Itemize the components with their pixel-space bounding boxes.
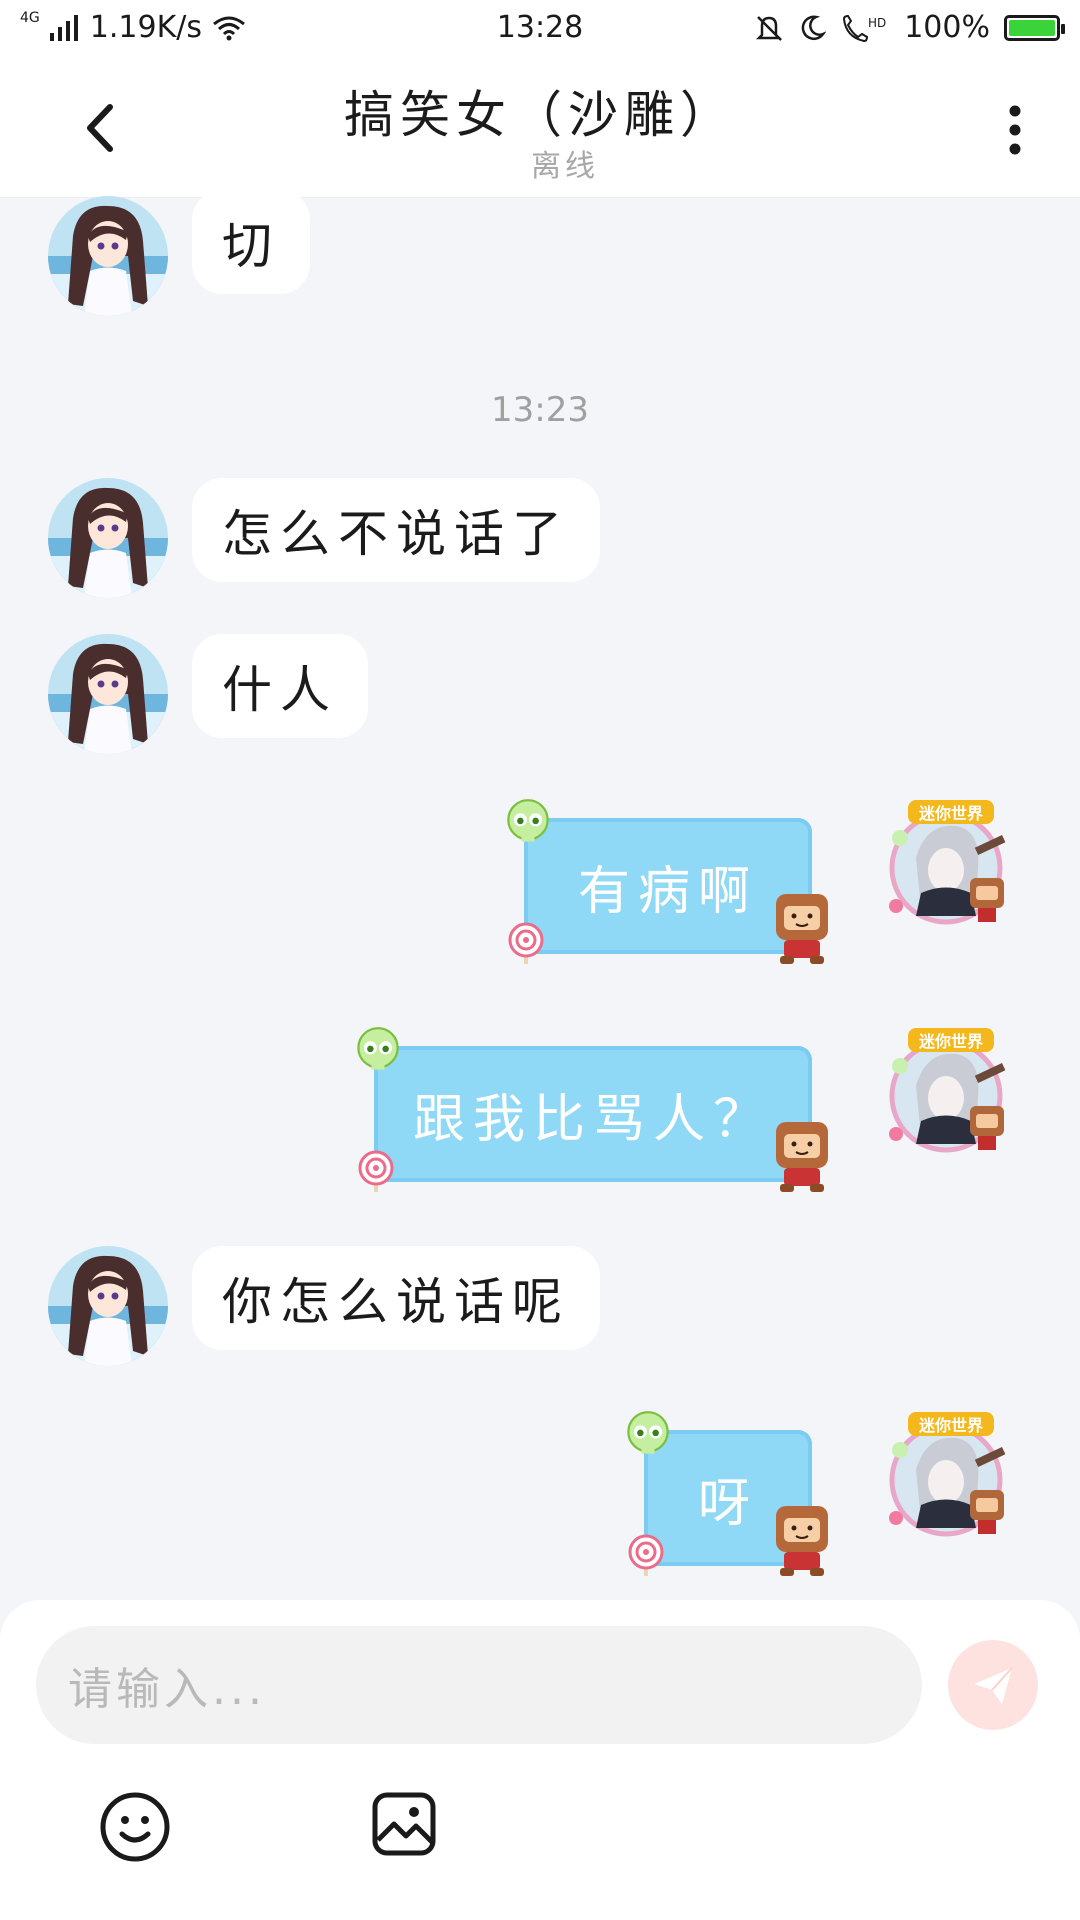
battery-fill <box>1009 19 1055 36</box>
status-left: 4G 1.19K/s <box>20 10 246 45</box>
message-outgoing: 呀 <box>0 1410 1080 1590</box>
lollipop-sticker-icon <box>356 1150 396 1194</box>
my-avatar[interactable] <box>886 798 1016 928</box>
skull-sticker-icon <box>624 1410 672 1458</box>
image-button[interactable] <box>370 1790 438 1858</box>
signal-icon <box>49 14 78 41</box>
emoji-button[interactable] <box>98 1790 172 1864</box>
message-timestamp: 13:23 <box>491 390 589 430</box>
skull-sticker-icon <box>354 1026 402 1074</box>
hd-label: HD <box>868 16 886 30</box>
send-icon <box>974 1667 1013 1704</box>
mute-icon <box>756 15 783 41</box>
network-speed: 1.19K/s <box>89 10 202 45</box>
lollipop-sticker-icon <box>506 922 546 966</box>
bear-sticker-icon <box>770 1118 834 1194</box>
message-outgoing: 有病啊 <box>0 798 1080 978</box>
message-bubble[interactable]: 有病啊 <box>524 818 812 954</box>
skull-sticker-icon <box>504 798 552 846</box>
online-status: 离线 <box>531 149 599 184</box>
image-icon <box>372 1792 436 1856</box>
more-vertical-icon <box>1009 105 1021 155</box>
battery-icon <box>1004 14 1065 41</box>
contact-avatar[interactable] <box>48 196 168 316</box>
network-type: 4G <box>20 9 40 26</box>
status-bar: 4G 1.19K/s 13:28 HD 100% <box>0 0 1080 55</box>
contact-avatar[interactable] <box>48 1246 168 1366</box>
more-button[interactable] <box>990 95 1040 165</box>
message-bubble[interactable]: 你怎么说话呢 <box>192 1246 600 1350</box>
message-bubble[interactable]: 什人 <box>192 634 368 738</box>
bear-sticker-icon <box>770 1502 834 1578</box>
my-avatar[interactable] <box>886 1026 1016 1156</box>
message-bubble[interactable]: 怎么不说话了 <box>192 478 600 582</box>
status-right: HD 100% <box>754 10 1065 45</box>
moon-icon <box>801 15 827 40</box>
chat-header: 搞笑女（沙雕） 离线 <box>0 55 1080 198</box>
page-title: 搞笑女（沙雕） <box>344 86 736 144</box>
message-outgoing: 跟我比骂人？ <box>0 1026 1080 1206</box>
my-avatar[interactable] <box>886 1410 1016 1540</box>
message-bubble[interactable]: 切 <box>192 190 310 294</box>
bear-sticker-icon <box>770 890 834 966</box>
wifi-icon <box>213 16 245 40</box>
contact-avatar[interactable] <box>48 634 168 754</box>
message-input[interactable]: 请输入... <box>36 1626 922 1744</box>
message-bubble[interactable]: 跟我比骂人？ <box>374 1046 812 1182</box>
send-button[interactable] <box>948 1640 1038 1730</box>
lollipop-sticker-icon <box>626 1534 666 1578</box>
message-list[interactable]: 切 13:23 怎么不说话了 什人 有病啊 跟我比骂人？ 你怎么说话呢 呀 <box>0 190 1080 1598</box>
battery-percent: 100% <box>904 10 990 45</box>
hd-call-icon: HD <box>843 14 886 42</box>
contact-avatar[interactable] <box>48 478 168 598</box>
composer: 请输入... <box>0 1600 1080 1920</box>
emoji-icon <box>100 1792 170 1862</box>
